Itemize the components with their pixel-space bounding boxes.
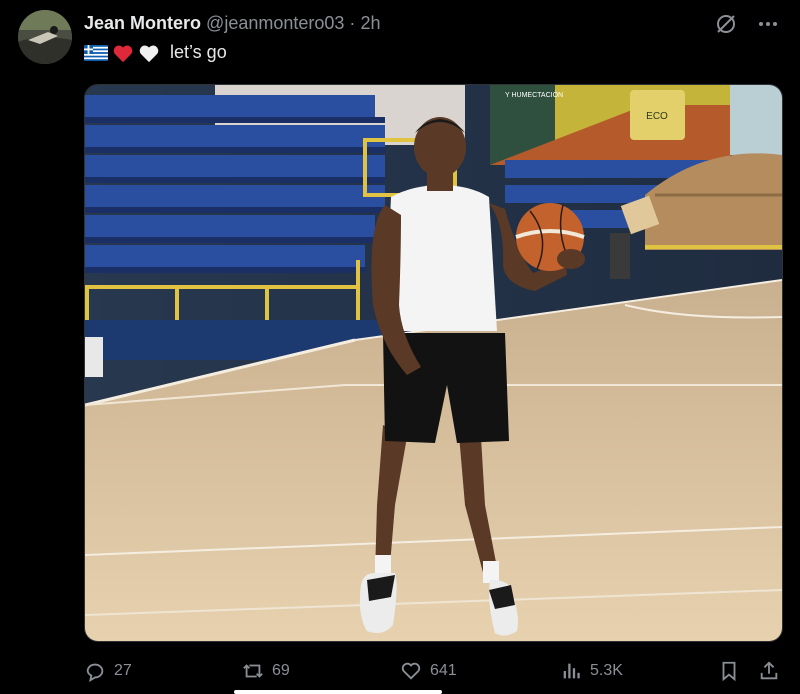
signage-text: Y HUMECTACIÓN xyxy=(505,90,563,99)
like-count: 641 xyxy=(430,662,457,679)
share-action[interactable] xyxy=(758,660,780,682)
avatar[interactable] xyxy=(18,10,72,64)
tweet-header: Jean Montero @jeanmontero03 · 2h xyxy=(84,13,380,34)
reply-icon xyxy=(84,660,106,682)
views-count: 5.3K xyxy=(590,662,623,679)
reply-count: 27 xyxy=(114,662,132,679)
bookmark-action[interactable] xyxy=(718,660,740,682)
tweet-body-text: let’s go xyxy=(170,42,227,62)
home-indicator xyxy=(234,690,442,694)
greece-flag-icon xyxy=(84,44,108,61)
signage-product: ECO xyxy=(646,111,668,122)
like-action[interactable]: 641 xyxy=(400,660,457,682)
white-heart-icon xyxy=(138,43,160,63)
grok-icon[interactable] xyxy=(714,12,738,41)
author-name[interactable]: Jean Montero xyxy=(84,13,201,33)
tweet-actions: 27 69 641 5.3K xyxy=(84,660,780,686)
header-actions xyxy=(714,12,780,41)
views-icon xyxy=(560,660,582,682)
heart-outline-icon xyxy=(400,660,422,682)
views-action[interactable]: 5.3K xyxy=(560,660,623,682)
more-icon[interactable] xyxy=(756,12,780,41)
tweet-text: let’s go xyxy=(84,42,227,63)
reply-action[interactable]: 27 xyxy=(84,660,132,682)
repost-count: 69 xyxy=(272,662,290,679)
share-icon xyxy=(758,660,780,682)
bookmark-icon xyxy=(718,660,740,682)
tweet-media-photo[interactable]: ECO Y HUMECTACIÓN xyxy=(84,84,783,642)
red-heart-icon xyxy=(112,43,134,63)
repost-action[interactable]: 69 xyxy=(242,660,290,682)
author-handle[interactable]: @jeanmontero03 xyxy=(206,13,344,33)
timestamp[interactable]: 2h xyxy=(360,13,380,33)
time-separator: · xyxy=(349,13,356,33)
repost-icon xyxy=(242,660,264,682)
